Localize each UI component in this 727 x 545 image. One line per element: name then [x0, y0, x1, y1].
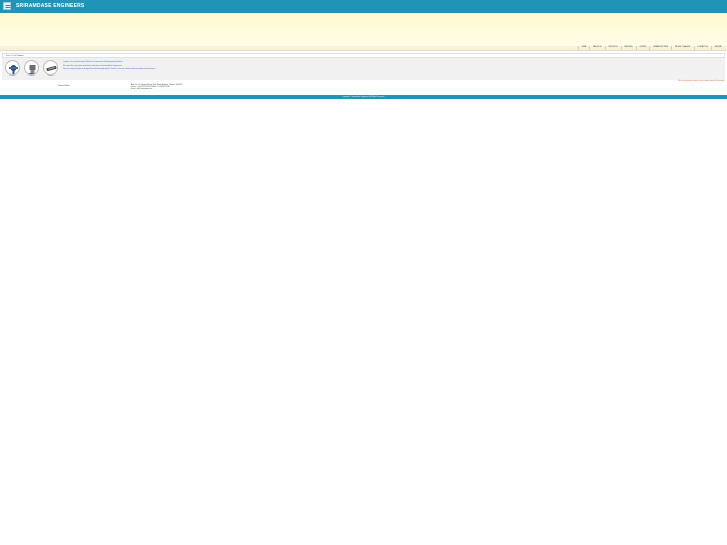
breadcrumb-current: Our Products [13, 55, 24, 57]
nav-item-services[interactable]: SERVICES [620, 46, 636, 50]
nav-item-home[interactable]: HOME [577, 46, 590, 50]
description-line-3: View our range of products designed for … [63, 67, 156, 70]
breadcrumb-home-link[interactable]: Home [6, 55, 11, 57]
product-caption-1[interactable]: Product 1 [5, 76, 21, 77]
product-image-2[interactable] [24, 60, 39, 75]
contact-details: Add : No. 12, Industrial Estate, Main Ro… [131, 85, 182, 92]
main-nav: HOME ABOUT US PRODUCTS SERVICES CLIENTS INFRA… [0, 46, 727, 51]
nav-item-contact-us[interactable]: CONTACT US [693, 46, 711, 50]
nav-item-enquiry[interactable]: ENQUIRY [710, 46, 725, 50]
contact-label: Contact Details : [58, 85, 71, 87]
description-line-1: Leader in the manufacturing of Machine C… [63, 61, 124, 63]
products-description: Leader in the manufacturing of Machine C… [63, 61, 703, 70]
gallery-note: Click on the product images to view a la… [677, 81, 725, 82]
nav-item-products[interactable]: PRODUCTS [604, 46, 621, 50]
nav-links: HOME ABOUT US PRODUCTS SERVICES CLIENTS INFRA… [577, 46, 725, 50]
header-banner [0, 13, 727, 46]
product-image-3[interactable] [43, 60, 58, 75]
product-image-1[interactable] [5, 60, 20, 75]
product-thumbnails: Product 1 Product 2 Product 3 [5, 60, 61, 79]
contact-email[interactable]: E-mail : info@sriramdase.com [131, 89, 182, 91]
nav-item-about-us[interactable]: ABOUT US [589, 46, 604, 50]
brand-name[interactable]: SRIRAMDASE ENGINEERS [16, 3, 84, 9]
nav-item-clients[interactable]: CLIENTS [635, 46, 650, 50]
nav-item-infrastructure[interactable]: INFRASTRUCTURE [649, 46, 671, 50]
company-logo-icon[interactable] [3, 2, 11, 10]
product-caption-3[interactable]: Product 3 [43, 76, 59, 77]
product-thumb-1[interactable]: Product 1 [5, 60, 21, 79]
site-header: SRIRAMDASE ENGINEERS [0, 0, 727, 13]
footer-copyright: Copyright © Sriramdase Engineers. All Ri… [342, 96, 385, 98]
products-panel: Product 1 Product 2 Product 3 Leader in … [2, 58, 725, 80]
nav-item-product-gallery[interactable]: PRODUCT GALLERY [670, 46, 694, 50]
product-thumb-3[interactable]: Product 3 [43, 60, 59, 79]
site-footer: Copyright © Sriramdase Engineers. All Ri… [0, 95, 727, 99]
product-thumb-2[interactable]: Product 2 [24, 60, 40, 79]
product-caption-2[interactable]: Product 2 [24, 76, 40, 77]
